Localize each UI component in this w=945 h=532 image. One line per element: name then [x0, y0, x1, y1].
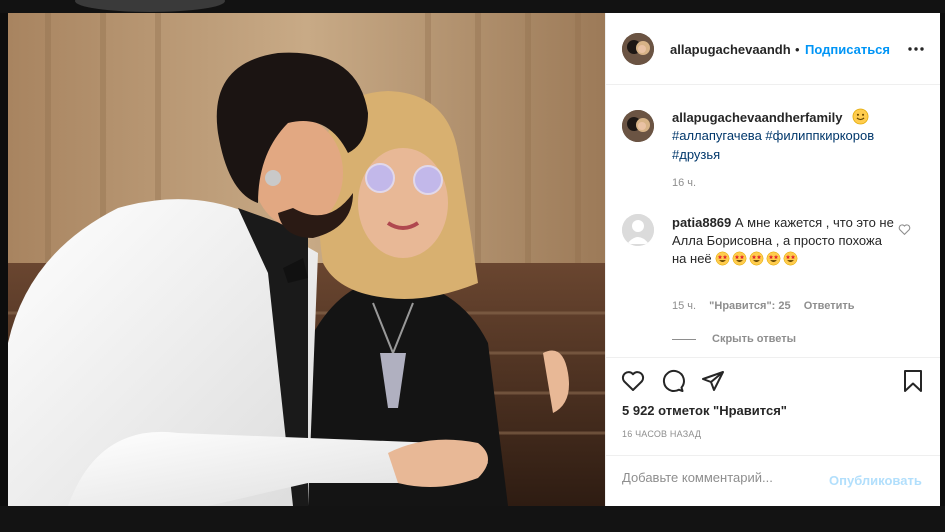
post-header: allapugachevaandh • Подписаться — [605, 13, 940, 85]
hide-replies-label: Скрыть ответы — [712, 333, 796, 345]
avatar-image — [622, 110, 654, 142]
divider — [605, 13, 606, 506]
comment-body: patia8869 А мне кажется , что это не Алл… — [672, 214, 897, 268]
comment-input[interactable] — [622, 470, 822, 485]
comment-emojis — [715, 251, 800, 266]
comment-avatar[interactable] — [622, 214, 654, 246]
post-sidebar: allapugachevaandh • Подписаться allapuga… — [605, 13, 940, 506]
hide-replies-button[interactable]: Скрыть ответы — [672, 333, 796, 345]
avatar[interactable] — [622, 33, 654, 65]
bookmark-icon[interactable] — [901, 369, 925, 393]
add-comment-form: Опубликовать — [605, 455, 940, 507]
comment-meta: 15 ч. "Нравится": 25 Ответить — [672, 300, 865, 312]
star-struck-icon — [783, 251, 798, 266]
follow-button[interactable]: Подписаться — [805, 42, 890, 57]
more-horizontal-icon[interactable] — [907, 40, 925, 58]
comment-username[interactable]: patia8869 — [672, 215, 731, 230]
comment-like-heart-icon[interactable] — [898, 223, 911, 236]
comment-likes[interactable]: "Нравится": 25 — [709, 300, 790, 312]
caption-timestamp[interactable]: 16 ч. — [672, 177, 696, 189]
comment-icon[interactable] — [661, 369, 685, 393]
star-struck-icon — [766, 251, 781, 266]
reply-button[interactable]: Ответить — [804, 300, 855, 312]
star-struck-icon — [749, 251, 764, 266]
post-timestamp[interactable]: 16 ЧАСОВ НАЗАД — [622, 429, 701, 439]
smiling-face-icon — [852, 108, 869, 125]
bottom-backdrop — [0, 506, 945, 532]
top-backdrop — [0, 0, 945, 13]
caption-avatar[interactable] — [622, 110, 654, 142]
default-user-icon — [622, 214, 654, 246]
backdrop-shape — [75, 0, 225, 12]
caption-hashtags[interactable]: #друзья — [672, 147, 720, 162]
share-icon[interactable] — [701, 369, 725, 393]
post-photo-illustration — [8, 13, 605, 506]
heart-icon[interactable] — [621, 369, 645, 393]
post-photo[interactable] — [8, 13, 605, 506]
likes-count[interactable]: 5 922 отметок "Нравится" — [622, 403, 787, 418]
avatar-image — [622, 33, 654, 65]
star-struck-icon — [715, 251, 730, 266]
publish-button[interactable]: Опубликовать — [829, 473, 922, 488]
star-struck-icon — [732, 251, 747, 266]
comment-timestamp[interactable]: 15 ч. — [672, 300, 696, 312]
caption-hashtags[interactable]: #аллапугачева #филиппкиркоров — [672, 128, 874, 143]
divider — [672, 338, 696, 340]
separator-dot: • — [795, 42, 800, 57]
post-author-username[interactable]: allapugachevaandh — [670, 42, 791, 57]
actions-divider — [605, 357, 940, 359]
caption-username[interactable]: allapugachevaandherfamily — [672, 110, 843, 125]
